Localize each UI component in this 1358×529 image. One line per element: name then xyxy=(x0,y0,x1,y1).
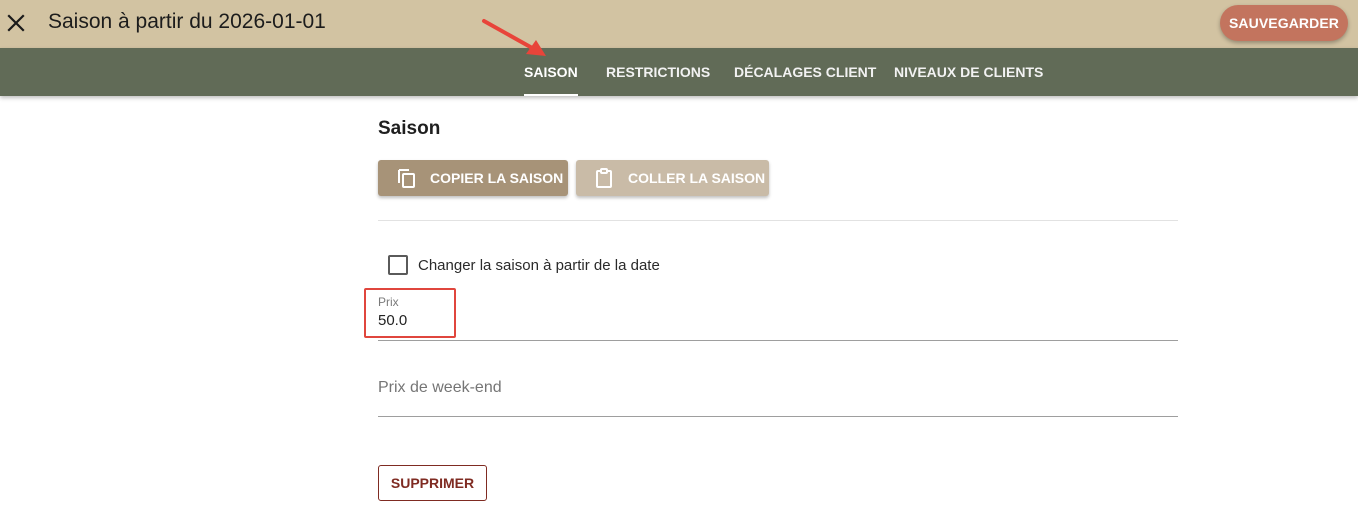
change-season-checkbox-label: Changer la saison à partir de la date xyxy=(418,257,660,274)
tab-saison[interactable]: SAISON xyxy=(524,64,578,96)
paste-season-label: COLLER LA SAISON xyxy=(628,170,766,186)
price-label: Prix xyxy=(378,295,399,309)
page-title: Saison à partir du 2026-01-01 xyxy=(48,10,326,33)
section-divider xyxy=(378,220,1178,221)
close-button[interactable] xyxy=(5,12,27,34)
top-app-bar: Saison à partir du 2026-01-01 SAUVEGARDE… xyxy=(0,0,1358,48)
clipboard-icon xyxy=(592,166,616,190)
price-underline xyxy=(378,340,1178,341)
price-input[interactable] xyxy=(378,312,678,329)
change-season-checkbox[interactable] xyxy=(388,255,408,275)
copy-season-button[interactable]: COPIER LA SAISON xyxy=(378,160,568,196)
save-button[interactable]: SAUVEGARDER xyxy=(1220,5,1348,41)
copy-season-label: COPIER LA SAISON xyxy=(430,170,564,186)
weekend-price-input[interactable] xyxy=(378,379,778,397)
weekend-price-underline xyxy=(378,416,1178,417)
close-icon xyxy=(7,14,25,32)
tab-restrictions[interactable]: RESTRICTIONS xyxy=(606,64,710,96)
delete-button[interactable]: SUPPRIMER xyxy=(378,465,487,501)
copy-icon xyxy=(394,166,418,190)
tab-bar: SAISON RESTRICTIONS DÉCALAGES CLIENT NIV… xyxy=(0,48,1358,96)
tab-decalages-client[interactable]: DÉCALAGES CLIENT xyxy=(734,64,876,96)
paste-season-button[interactable]: COLLER LA SAISON xyxy=(576,160,769,196)
tab-niveaux-de-clients[interactable]: NIVEAUX DE CLIENTS xyxy=(894,64,1043,96)
section-title: Saison xyxy=(378,118,441,139)
